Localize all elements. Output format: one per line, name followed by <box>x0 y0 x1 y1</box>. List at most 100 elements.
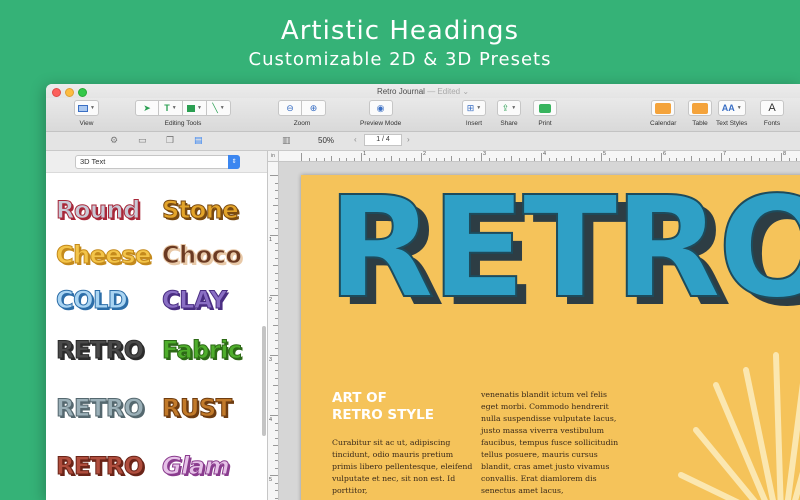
copy-tab-icon[interactable]: ❐ <box>166 135 174 146</box>
ruler-tick <box>275 422 278 424</box>
ruler-tick <box>275 287 278 289</box>
preset-retro-dark[interactable]: RETRO <box>56 336 145 365</box>
preset-retro-gray[interactable]: RETRO <box>56 394 145 423</box>
text-icon: T <box>164 103 170 113</box>
ruler-tick <box>638 158 640 161</box>
toolbar: ▼ View ➤ T ▼ ▼ ╲ ▼ Editing Tools ⊖ ⊕ Zoo… <box>46 98 800 132</box>
ruler-tick <box>698 158 700 161</box>
zoom-group: ⊖ ⊕ Zoom <box>278 100 326 127</box>
ruler-tick <box>631 156 632 161</box>
ruler-number: 6 <box>663 151 667 157</box>
ruler-number: 5 <box>603 151 607 157</box>
sidebar-toggle-icon[interactable]: ▥ <box>282 135 291 146</box>
ruler-tick <box>758 158 760 161</box>
vertical-ruler: 1 2 3 4 5 <box>268 162 279 500</box>
ruler-tick <box>270 175 278 176</box>
table-button[interactable] <box>688 100 712 116</box>
insert-group: ⊞ ▼ Insert <box>462 100 486 127</box>
preset-label: Round <box>56 196 141 225</box>
ruler-tick <box>275 190 278 191</box>
chevron-down-icon: ▼ <box>476 105 482 111</box>
ruler-tick <box>331 156 332 161</box>
preset-label: COLD <box>55 286 128 315</box>
previous-page-icon[interactable]: ‹ <box>354 135 357 144</box>
share-button[interactable]: ⇪ ▼ <box>497 100 521 116</box>
calendar-button[interactable] <box>651 100 676 116</box>
ruler-tick <box>466 158 467 161</box>
zoom-value[interactable]: 50% <box>318 136 334 145</box>
preset-round[interactable]: Round <box>56 196 141 225</box>
ruler-tick <box>458 158 460 161</box>
shape-tool-button[interactable]: ▼ <box>183 100 207 116</box>
preview-mode-button[interactable]: ◉ <box>368 100 393 116</box>
hero-subtitle: Customizable 2D & 3D Presets <box>248 49 552 70</box>
text-styles-button[interactable]: AA ▼ <box>717 100 746 116</box>
ruler-tick <box>323 158 325 161</box>
page-indicator[interactable]: 1 / 4 <box>364 134 402 146</box>
document-page[interactable]: RETRO RETRO ART OF RETRO STYLE Curabitur… <box>301 175 800 500</box>
text-tab-icon[interactable]: ▤ <box>194 135 203 146</box>
retro-heading[interactable]: RETRO <box>326 178 800 320</box>
preset-stone[interactable]: Stone <box>161 196 239 225</box>
image-tab-icon[interactable]: ▭ <box>138 135 147 146</box>
ruler-tick <box>275 460 278 461</box>
insert-button[interactable]: ⊞ ▼ <box>462 100 486 116</box>
zoom-in-button[interactable]: ⊕ <box>302 100 326 116</box>
calendar-icon <box>655 102 672 114</box>
ruler-tick <box>275 257 278 259</box>
settings-tab-icon[interactable]: ⚙ <box>110 135 118 146</box>
ruler-tick <box>275 250 278 251</box>
ruler-tick <box>391 156 392 161</box>
ruler-tick <box>548 158 550 161</box>
ruler-tick <box>270 355 278 356</box>
preset-retro-red[interactable]: RETRO <box>56 452 145 481</box>
ruler-number: 2 <box>423 151 427 157</box>
body-text-column-1[interactable]: Curabitur sit ac ut, adipiscing tincidun… <box>332 437 480 497</box>
next-page-icon[interactable]: › <box>407 135 410 144</box>
text-tool-button[interactable]: T ▼ <box>159 100 183 116</box>
preset-cheese[interactable]: Cheese <box>56 241 152 270</box>
zoom-out-icon: ⊖ <box>286 102 294 113</box>
ruler-tick <box>275 370 278 371</box>
sidebar-scrollbar[interactable] <box>262 326 266 436</box>
ruler-tick <box>676 158 677 161</box>
preset-category-select[interactable]: 3D Text ⇕ <box>75 155 240 169</box>
preset-fabric[interactable]: Fabric <box>162 336 243 365</box>
zoom-out-button[interactable]: ⊖ <box>278 100 302 116</box>
ruler-tick <box>796 158 797 161</box>
pointer-tool-button[interactable]: ➤ <box>135 100 159 116</box>
line-tool-button[interactable]: ╲ ▼ <box>207 100 231 116</box>
preset-rust[interactable]: RUST <box>162 394 233 423</box>
editing-tools-group: ➤ T ▼ ▼ ╲ ▼ Editing Tools <box>135 100 231 127</box>
preview-mode-group: ◉ Preview Mode <box>360 100 401 127</box>
ruler-tick <box>275 400 278 401</box>
ruler-tick <box>436 158 437 161</box>
ruler-tick <box>368 158 370 161</box>
preset-glam[interactable]: Glam <box>161 452 230 481</box>
fonts-button[interactable]: A <box>760 100 784 116</box>
ruler-tick <box>736 158 737 161</box>
ruler-tick <box>781 153 782 161</box>
body-text-column-2[interactable]: venenatis blandit ictum vel felis eget m… <box>481 389 623 497</box>
document-title[interactable]: Retro Journal — Edited ⌄ <box>46 87 800 96</box>
ruler-tick <box>273 325 278 326</box>
ruler-tick <box>275 467 278 469</box>
print-button[interactable] <box>533 100 557 116</box>
preset-category-value: 3D Text <box>80 157 106 166</box>
pointer-icon: ➤ <box>143 102 151 113</box>
preset-label: RETRO <box>56 452 145 481</box>
fonts-icon: A <box>768 102 776 114</box>
document-canvas: RETRO RETRO ART OF RETRO STYLE Curabitur… <box>279 162 800 500</box>
view-button[interactable]: ▼ <box>74 100 99 116</box>
ruler-tick <box>275 377 278 379</box>
ruler-tick <box>273 205 278 206</box>
preset-clay[interactable]: CLAY <box>162 286 228 315</box>
preset-cold[interactable]: COLD <box>55 286 128 315</box>
table-label: Table <box>692 120 708 127</box>
ruler-tick <box>623 158 625 161</box>
article-subheading-line1: ART OF <box>332 390 387 406</box>
preset-label: RETRO <box>56 336 145 365</box>
article-subheading[interactable]: ART OF RETRO STYLE <box>332 390 434 424</box>
ruler-tick <box>691 156 692 161</box>
preset-choco[interactable]: Choco <box>161 241 242 270</box>
